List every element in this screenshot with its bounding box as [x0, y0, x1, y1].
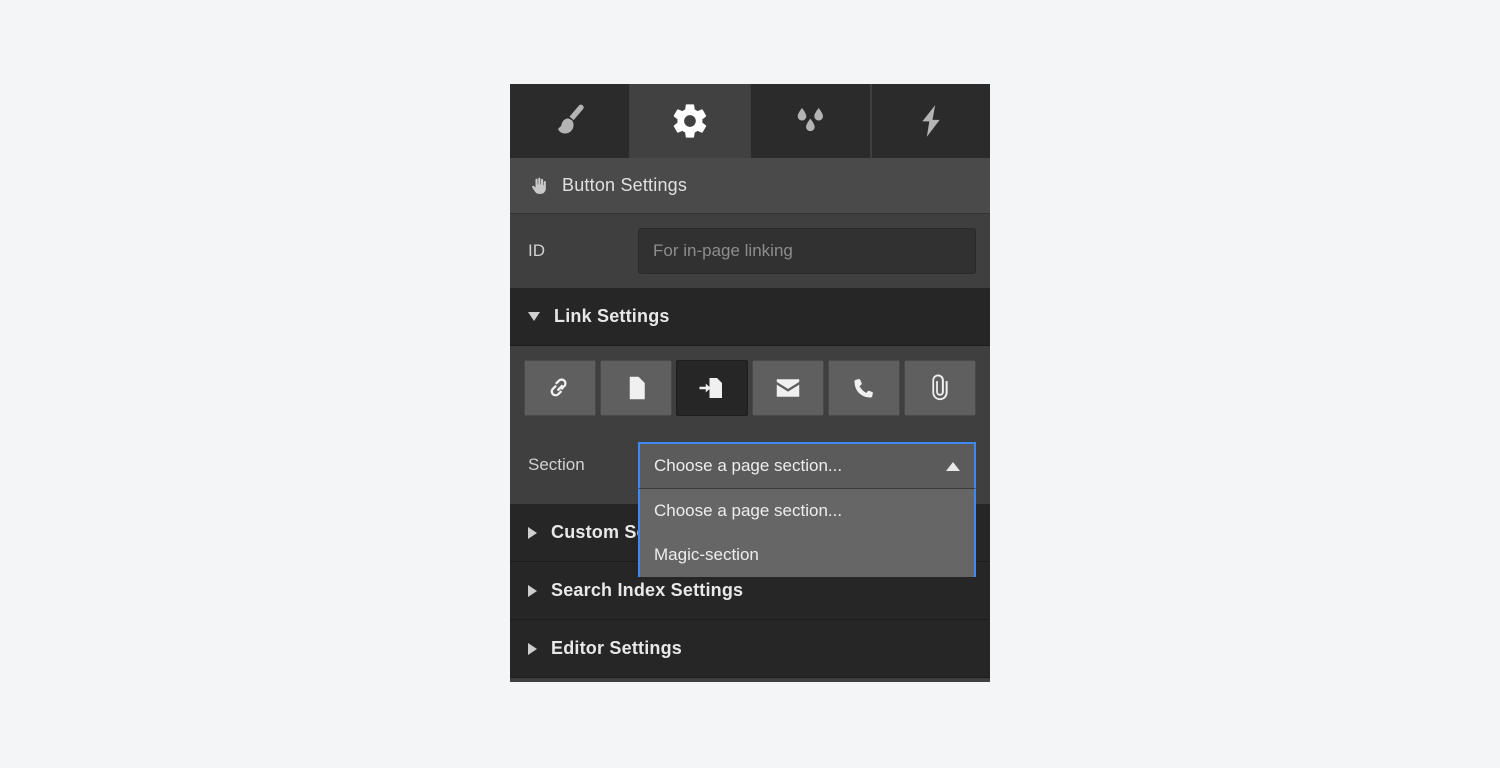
section-select-row: Section Choose a page section... Choose … — [510, 430, 990, 577]
chevron-down-icon — [528, 312, 540, 321]
tab-settings[interactable] — [630, 84, 751, 158]
panel-title-text: Button Settings — [562, 175, 688, 195]
chevron-right-icon — [528, 526, 537, 539]
id-field-label: ID — [528, 241, 545, 260]
chain-link-icon — [545, 373, 575, 403]
section-select-label: Section — [528, 455, 585, 474]
screen-root: Button Settings ID Link Settings — [0, 0, 1500, 768]
page-icon — [621, 373, 651, 403]
droplets-icon — [790, 101, 830, 141]
id-field-row: ID — [510, 214, 990, 288]
tab-actions[interactable] — [871, 84, 990, 158]
link-type-button-row — [510, 346, 990, 430]
section-select-menu: Choose a page section... Magic-section — [638, 488, 976, 577]
section-link-settings-header[interactable]: Link Settings — [510, 288, 990, 346]
section-select-wrap: Choose a page section... Choose a page s… — [638, 442, 976, 577]
section-search-index-settings-label: Search Index Settings — [551, 580, 744, 600]
link-type-page[interactable] — [600, 360, 672, 416]
section-select[interactable]: Choose a page section... — [638, 442, 976, 488]
settings-panel: Button Settings ID Link Settings — [510, 84, 990, 682]
anchor-section-icon — [697, 373, 727, 403]
gear-icon — [670, 101, 710, 141]
section-editor-settings-label: Editor Settings — [551, 638, 683, 658]
section-select-option[interactable]: Magic-section — [640, 533, 974, 577]
paperclip-icon — [925, 373, 955, 403]
section-link-settings-label: Link Settings — [554, 306, 670, 326]
panel-title-bar: Button Settings — [510, 158, 990, 214]
chevron-right-icon — [528, 642, 537, 655]
id-input[interactable] — [638, 228, 976, 274]
hand-pointer-icon — [528, 176, 548, 196]
panel-tab-strip — [510, 84, 990, 158]
section-select-option[interactable]: Choose a page section... — [640, 489, 974, 533]
link-type-file[interactable] — [904, 360, 976, 416]
tab-style[interactable] — [510, 84, 631, 158]
lightning-bolt-icon — [911, 101, 951, 141]
link-type-email[interactable] — [752, 360, 824, 416]
chevron-up-icon — [946, 461, 960, 471]
link-type-section[interactable] — [676, 360, 748, 416]
chevron-right-icon — [528, 584, 537, 597]
section-editor-settings[interactable]: Editor Settings — [510, 620, 990, 678]
envelope-icon — [773, 373, 803, 403]
phone-icon — [849, 373, 879, 403]
tab-effects[interactable] — [751, 84, 872, 158]
paintbrush-icon — [549, 101, 589, 141]
section-select-value: Choose a page section... — [654, 456, 843, 475]
link-type-phone[interactable] — [828, 360, 900, 416]
link-type-url[interactable] — [524, 360, 596, 416]
